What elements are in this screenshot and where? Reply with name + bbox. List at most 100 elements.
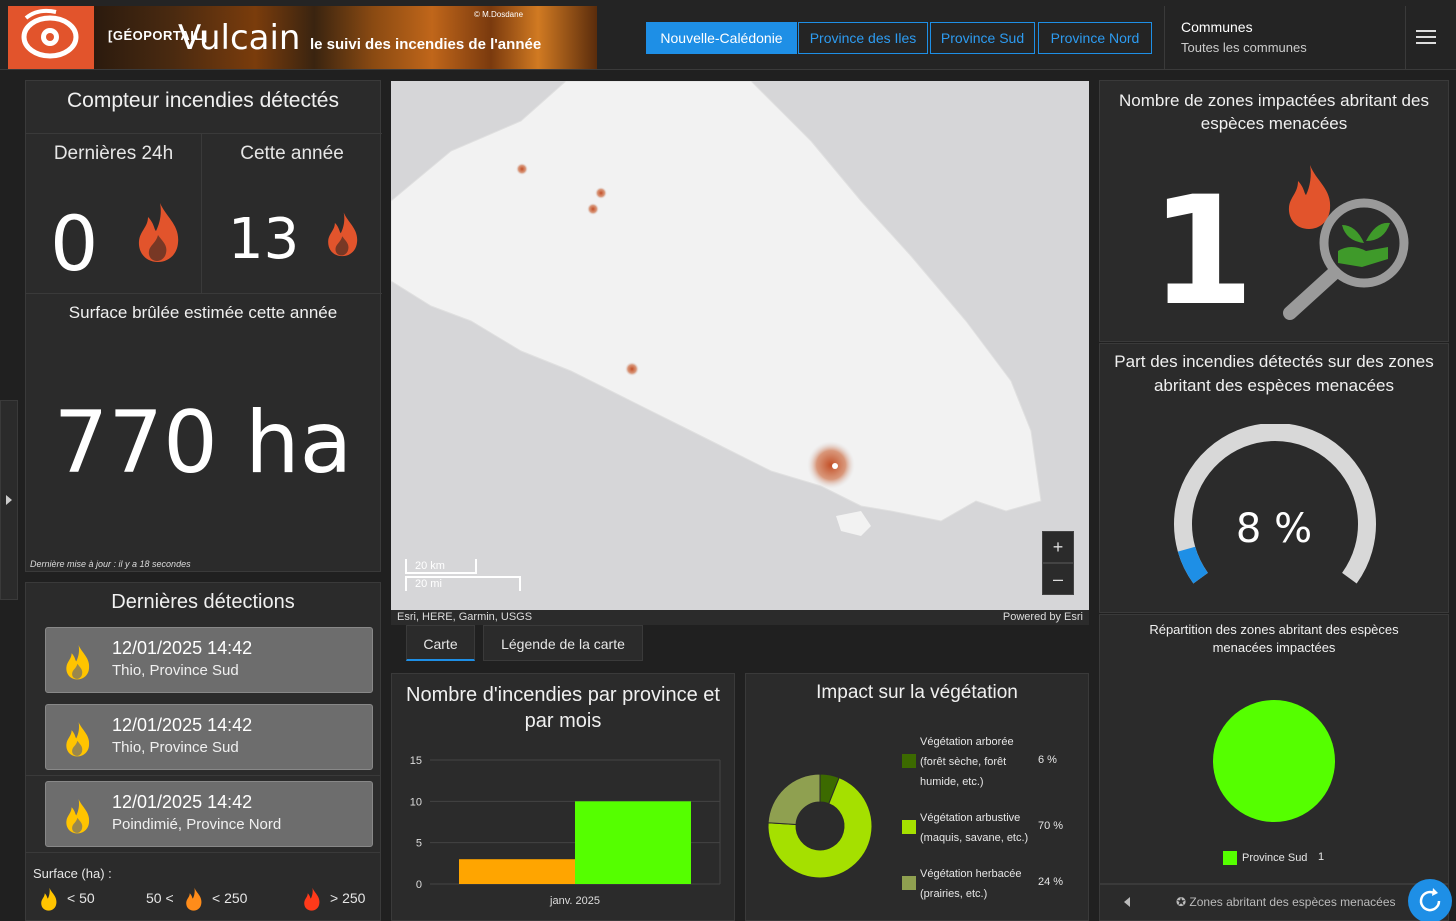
footer-label: ✪ Zones abritant des espèces menacées <box>1176 895 1396 909</box>
y-tick-label: 0 <box>416 879 422 891</box>
zones-title: Nombre de zones impactées abritant des e… <box>1119 91 1429 133</box>
legend-swatch <box>902 876 916 890</box>
side-panel-toggle[interactable] <box>0 400 18 600</box>
fire-map[interactable]: 20 km 20 mi + – <box>391 81 1089 610</box>
legend-label: Végétation herbacée (prairies, etc.) <box>920 868 1022 900</box>
vegetation-donut-chart <box>767 773 873 879</box>
fire-yellow-icon <box>66 645 90 680</box>
scale-bar-mi: 20 mi <box>405 576 521 591</box>
fire-red-icon <box>304 887 320 911</box>
map-canvas <box>391 81 1042 536</box>
y-tick-label: 5 <box>416 838 422 850</box>
chevron-left-icon[interactable] <box>1124 897 1130 907</box>
powered-by: Powered by Esri <box>1002 611 1083 623</box>
footer-text: Zones abritant des espèces menacées <box>1189 895 1396 909</box>
communes-value: Toutes les communes <box>1181 40 1307 55</box>
communes-label: Communes <box>1181 19 1253 35</box>
vulcain-logo <box>8 6 94 69</box>
fire-icon <box>328 212 358 257</box>
tab-carte[interactable]: Carte <box>406 625 475 661</box>
legend-value: 70 % <box>1038 820 1064 832</box>
fire-orange-icon <box>186 887 202 911</box>
threatened-share-panel: Part des incendies détectés sur des zone… <box>1099 343 1449 613</box>
year-label: Cette année <box>240 143 344 164</box>
legend-swatch <box>1223 851 1237 865</box>
fire-marker <box>625 362 639 376</box>
header-bar: [GÉOPORTAIL] Vulcain le suivi des incend… <box>0 0 1456 70</box>
photo-credit: © M.Dosdane <box>474 10 524 19</box>
year-count: 13 <box>228 207 300 272</box>
legend-large: > 250 <box>330 890 366 906</box>
last24h-count: 0 <box>50 199 99 288</box>
repartition-panel: Répartition des zones abritant des espèc… <box>1099 614 1449 884</box>
detection-card[interactable]: 12/01/2025 14:42 Thio, Province Sud <box>45 704 373 770</box>
fire-yellow-icon <box>41 887 57 911</box>
y-tick-label: 15 <box>410 755 422 767</box>
map-attribution-bar: Esri, HERE, Garmin, USGS Powered by Esri <box>391 610 1089 625</box>
species-footer: ✪ Zones abritant des espèces menacées <box>1099 884 1449 921</box>
detection-datetime: 12/01/2025 14:42 <box>112 638 253 658</box>
bar-chart: 0 5 10 15 janv. 2025 <box>410 755 721 907</box>
legend-swatch <box>902 820 916 834</box>
gauge-fill <box>1177 546 1209 584</box>
last24h-label: Dernières 24h <box>53 143 174 164</box>
donut-chart-title: Impact sur la végétation <box>816 682 1018 703</box>
repartition-pie-chart <box>1213 700 1335 822</box>
legend-value: 24 % <box>1038 876 1064 888</box>
share-value: 8 % <box>1235 506 1313 552</box>
tab-legende[interactable]: Légende de la carte <box>483 625 643 661</box>
legend-medium-max: < 250 <box>212 890 248 906</box>
chevron-right-icon <box>6 495 12 505</box>
fire-counter-panel: Compteur incendies détectés Dernières 24… <box>25 80 382 572</box>
fire-marker <box>516 163 528 175</box>
info-icon: ✪ <box>1176 895 1190 909</box>
surface-value: 770 ha <box>53 393 353 493</box>
legend-label: Végétation arbustive (maquis, savane, et… <box>920 812 1029 844</box>
donut-slice <box>767 773 821 826</box>
detection-datetime: 12/01/2025 14:42 <box>112 715 253 735</box>
communes-selector[interactable]: Communes Toutes les communes <box>1165 6 1405 70</box>
pie-slice <box>1213 700 1335 822</box>
detection-place: Poindimié, Province Nord <box>112 816 282 833</box>
fire-icon <box>138 203 179 262</box>
fires-by-province-panel: Nombre d'incendies par province et par m… <box>391 673 735 921</box>
app-name: Vulcain <box>178 18 301 58</box>
y-tick-label: 10 <box>410 796 422 808</box>
fire-marker <box>807 441 855 489</box>
detection-card[interactable]: 12/01/2025 14:42 Thio, Province Sud <box>45 627 373 693</box>
zoom-in-button[interactable]: + <box>1042 531 1074 563</box>
legend-label: Végétation arborée (forêt sèche, forêt h… <box>920 736 1014 788</box>
detections-title: Dernières détections <box>111 591 295 613</box>
detection-place: Thio, Province Sud <box>112 662 239 679</box>
zoom-out-button[interactable]: – <box>1042 563 1074 595</box>
vegetation-impact-panel: Impact sur la végétation Végétation arbo… <box>745 673 1089 921</box>
app-tagline: le suivi des incendies de l'année <box>310 36 542 53</box>
hamburger-icon[interactable] <box>1416 28 1438 46</box>
refresh-icon <box>1419 888 1441 912</box>
fire-yellow-icon <box>66 722 90 757</box>
zones-count: 1 <box>1150 165 1255 339</box>
map-attribution: Esri, HERE, Garmin, USGS <box>397 611 533 623</box>
refresh-button[interactable] <box>1408 879 1452 921</box>
detection-datetime: 12/01/2025 14:42 <box>112 792 253 812</box>
nav-province-sud[interactable]: Province Sud <box>930 22 1035 54</box>
last-update-text: Dernière mise à jour : il y a 18 seconde… <box>30 559 191 569</box>
bar-chart-title: Nombre d'incendies par province et par m… <box>406 684 720 732</box>
legend-swatch <box>902 754 916 768</box>
fire-marker <box>587 203 599 215</box>
fire-yellow-icon <box>66 799 90 834</box>
legend-value: 6 % <box>1038 754 1057 766</box>
share-title: Part des incendies détectés sur des zone… <box>1114 352 1434 395</box>
legend-medium-min: 50 < <box>146 890 174 906</box>
surface-title: Surface brûlée estimée cette année <box>68 303 338 322</box>
endangered-species-search-icon <box>1283 165 1409 320</box>
impacted-zones-panel: Nombre de zones impactées abritant des e… <box>1099 80 1449 342</box>
nav-province-nord[interactable]: Province Nord <box>1038 22 1152 54</box>
repartition-title: Répartition des zones abritant des espèc… <box>1149 622 1399 655</box>
nav-province-des-iles[interactable]: Province des Iles <box>798 22 928 54</box>
nav-nouvelle-caledonie[interactable]: Nouvelle-Calédonie <box>646 22 797 54</box>
counter-title: Compteur incendies détectés <box>67 89 339 112</box>
bar <box>459 859 575 884</box>
detection-card[interactable]: 12/01/2025 14:42 Poindimié, Province Nor… <box>45 781 373 847</box>
legend-value: 1 <box>1318 851 1325 863</box>
